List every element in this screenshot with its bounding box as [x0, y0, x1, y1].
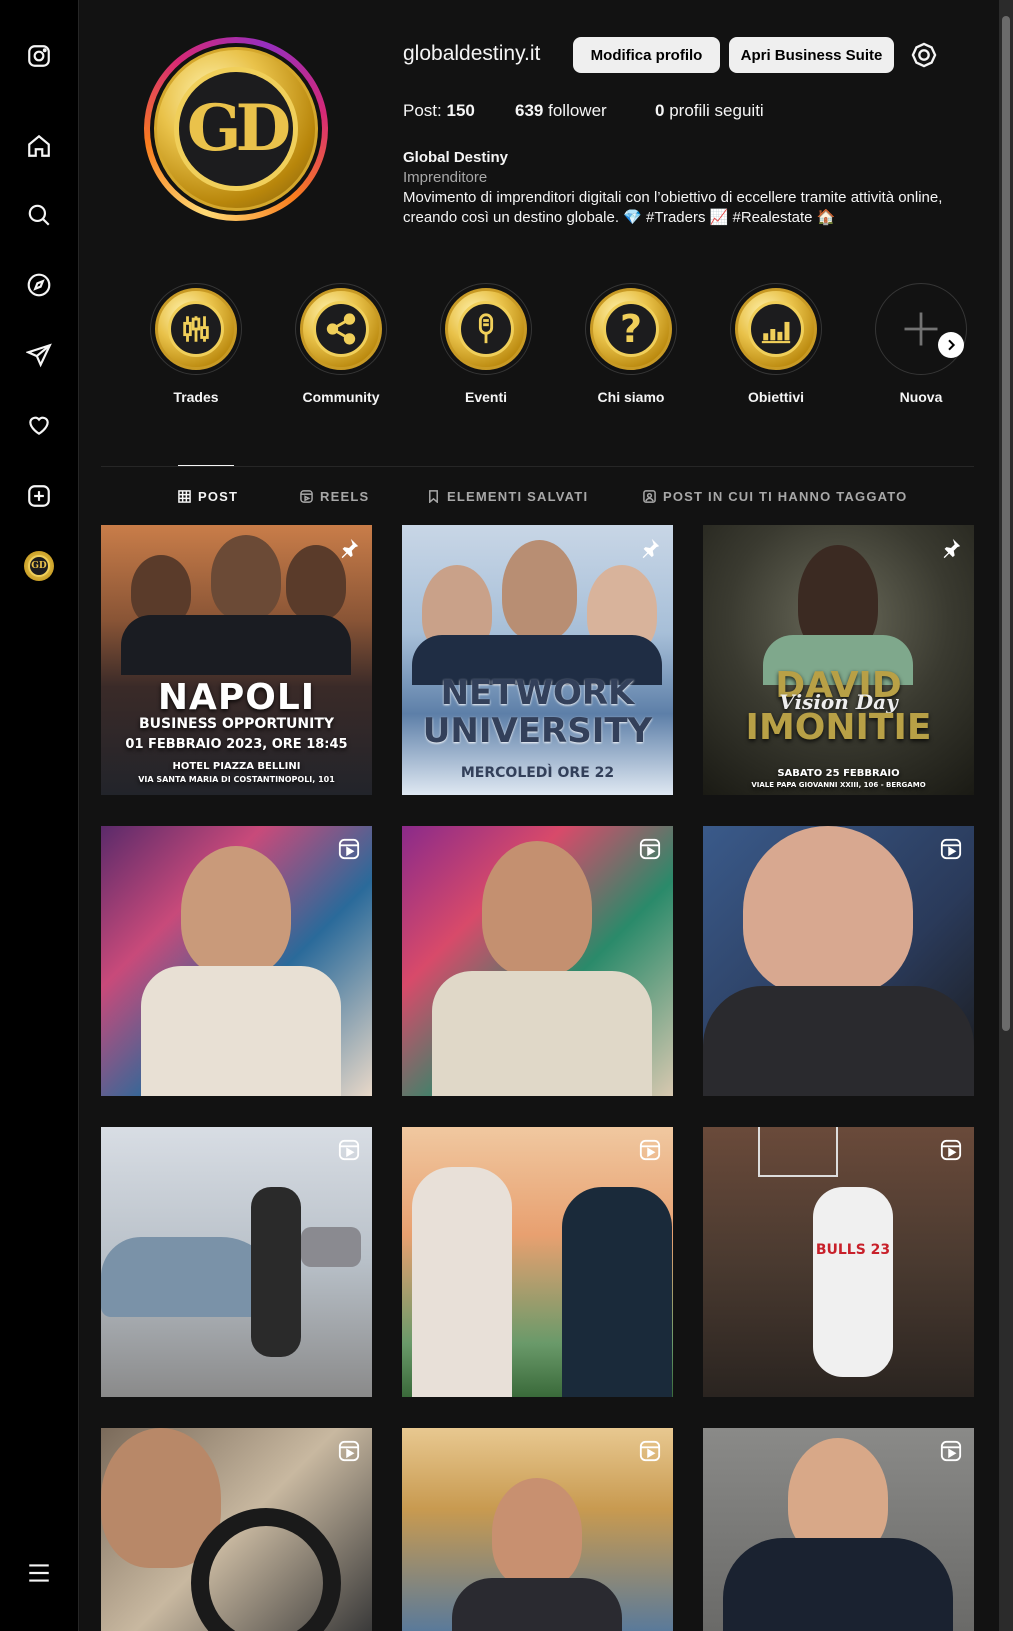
- posts-count: Post: 150: [403, 101, 475, 120]
- reel-icon: [338, 1139, 360, 1161]
- grid-post[interactable]: [101, 1428, 372, 1631]
- highlight-label: Chi siamo: [597, 389, 665, 405]
- tab-label: POST IN CUI TI HANNO TAGGATO: [663, 489, 908, 504]
- post-date: SABATO 25 FEBBRAIO: [777, 768, 900, 779]
- post-subtitle: BUSINESS OPPORTUNITY: [138, 716, 335, 732]
- highlight-eventi[interactable]: Eventi: [440, 283, 532, 405]
- scrollbar-thumb[interactable]: [1002, 16, 1010, 1031]
- post-address: VIALE PAPA GIOVANNI XXIII, 106 - BERGAMO: [751, 781, 926, 789]
- grid-post[interactable]: NAPOLI BUSINESS OPPORTUNITY 01 FEBBRAIO …: [101, 525, 372, 795]
- tab-active-indicator: [178, 465, 234, 466]
- bio-name: Global Destiny: [403, 149, 509, 166]
- tabs-divider: [101, 466, 974, 467]
- post-title: NETWORK: [440, 673, 635, 713]
- create-plus-icon[interactable]: [24, 481, 54, 511]
- highlight-label: Obiettivi: [747, 389, 804, 405]
- jersey-text: BULLS 23: [815, 1242, 891, 1258]
- growth-chart-icon: [761, 321, 791, 344]
- grid-post[interactable]: [703, 826, 974, 1096]
- bookmark-icon: [429, 490, 438, 503]
- question-icon: ?: [619, 306, 643, 351]
- reel-icon: [940, 1139, 962, 1161]
- post-date: MERCOLEDÌ ORE 22: [460, 765, 615, 781]
- pinned-icon: [338, 537, 360, 559]
- grid-post[interactable]: BULLS 23: [703, 1127, 974, 1397]
- business-suite-button[interactable]: Apri Business Suite: [729, 37, 894, 73]
- profile-avatar[interactable]: GD: [144, 37, 328, 221]
- reel-icon: [338, 838, 360, 860]
- profile-username: globaldestiny.it: [403, 42, 541, 65]
- avatar-monogram: GD: [174, 67, 298, 191]
- bio-text-line-2: creando così un destino globale. 💎 #Trad…: [403, 209, 836, 226]
- explore-compass-icon[interactable]: [24, 270, 54, 300]
- candlestick-icon: [183, 316, 209, 342]
- microphone-icon: [478, 313, 494, 344]
- grid-post[interactable]: DAVID Vision Day IMONITIE SABATO 25 FEBB…: [703, 525, 974, 795]
- reel-icon: [639, 1139, 661, 1161]
- reel-icon: [940, 838, 962, 860]
- reels-icon: [300, 490, 313, 503]
- highlight-obiettivi[interactable]: Obiettivi: [730, 283, 822, 405]
- grid-post[interactable]: [402, 1127, 673, 1397]
- tab-label: REELS: [320, 489, 370, 504]
- followers-count[interactable]: 639 follower: [515, 101, 607, 121]
- highlight-label: Community: [302, 389, 380, 405]
- pinned-icon: [940, 537, 962, 559]
- instagram-logo-icon[interactable]: [24, 41, 54, 71]
- tab-reels[interactable]: REELS: [300, 489, 369, 504]
- settings-gear-icon[interactable]: [910, 41, 938, 69]
- pinned-icon: [639, 537, 661, 559]
- grid-post[interactable]: [101, 1127, 372, 1397]
- tab-label: ELEMENTI SALVATI: [447, 489, 589, 504]
- post-venue: HOTEL PIAZZA BELLINI: [172, 761, 301, 772]
- highlight-chi-siamo[interactable]: ? Chi siamo: [585, 283, 677, 405]
- profile-bio: Global Destiny Imprenditore Movimento di…: [403, 148, 983, 228]
- post-address: VIA SANTA MARIA DI COSTANTINOPOLI, 101: [138, 775, 335, 784]
- tab-post[interactable]: POST: [178, 489, 238, 504]
- grid-post[interactable]: NETWORK UNIVERSITY MERCOLEDÌ ORE 22: [402, 525, 673, 795]
- reel-icon: [639, 1440, 661, 1462]
- highlights-next-arrow-icon[interactable]: [938, 332, 964, 358]
- tab-saved[interactable]: ELEMENTI SALVATI: [427, 489, 588, 504]
- notifications-heart-icon[interactable]: [24, 410, 54, 440]
- bio-category: Imprenditore: [403, 169, 488, 186]
- highlight-community[interactable]: Community: [295, 283, 387, 405]
- grid-post[interactable]: [402, 826, 673, 1096]
- highlight-label: Nuova: [899, 389, 943, 405]
- post-subtitle: IMONITIE: [745, 707, 932, 748]
- grid-post[interactable]: [703, 1428, 974, 1631]
- edit-profile-button[interactable]: Modifica profilo: [573, 37, 720, 73]
- tag-icon: [643, 490, 656, 503]
- following-count[interactable]: 0 profili seguiti: [655, 101, 764, 121]
- reel-icon: [940, 1440, 962, 1462]
- menu-hamburger-icon[interactable]: [24, 1558, 54, 1588]
- reel-icon: [338, 1440, 360, 1462]
- share-icon: [326, 313, 356, 345]
- profile-avatar-icon[interactable]: GD: [24, 551, 54, 581]
- post-subtitle: UNIVERSITY: [422, 711, 653, 751]
- tab-label: POST: [198, 489, 239, 504]
- grid-post[interactable]: [402, 1428, 673, 1631]
- plus-icon: [904, 312, 938, 346]
- messages-send-icon[interactable]: [24, 340, 54, 370]
- grid-icon: [178, 490, 191, 503]
- tab-tagged[interactable]: POST IN CUI TI HANNO TAGGATO: [643, 489, 908, 504]
- highlight-trades[interactable]: Trades: [150, 283, 242, 405]
- sidebar: GD: [0, 0, 79, 1631]
- reel-icon: [639, 838, 661, 860]
- search-icon[interactable]: [24, 200, 54, 230]
- highlight-label: Eventi: [464, 389, 507, 405]
- home-icon[interactable]: [24, 131, 54, 161]
- bio-text-line-1: Movimento di imprenditori digitali con l…: [403, 189, 943, 206]
- post-title: NAPOLI: [157, 677, 316, 718]
- highlight-label: Trades: [173, 389, 219, 405]
- grid-post[interactable]: [101, 826, 372, 1096]
- page-scrollbar[interactable]: [999, 0, 1013, 1631]
- post-date: 01 FEBBRAIO 2023, ORE 18:45: [125, 737, 348, 752]
